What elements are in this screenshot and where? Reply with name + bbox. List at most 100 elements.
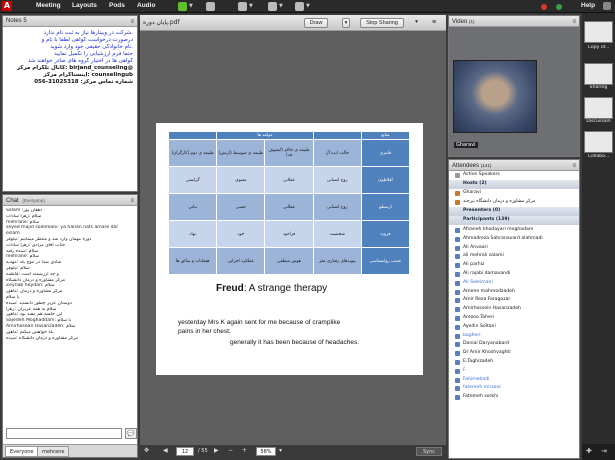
participant-icon [455, 377, 460, 383]
send-message-icon[interactable]: 💬 [125, 428, 137, 439]
chevron-down-icon[interactable]: ▼ [189, 3, 193, 9]
note-line: .شرکت در وبینارها نیاز به ثبت نام ندارد [43, 30, 133, 36]
participants-section[interactable]: Participants (139) [449, 216, 579, 225]
layout-label[interactable]: Discussion [583, 119, 614, 124]
participant-row[interactable]: Fahimehadi [449, 376, 579, 385]
adobe-connect-logo-icon: A [2, 1, 12, 11]
fullscreen-icon[interactable] [603, 2, 611, 10]
chat-scope: (Everyone) [22, 198, 45, 203]
chevron-down-icon[interactable]: ▼ [279, 3, 283, 9]
host-row[interactable]: Gharavi [449, 189, 579, 198]
table-cell: طبیعه ی دوم (کارگران) [167, 139, 218, 167]
table-header-cell [167, 131, 218, 140]
menu-help[interactable]: Help [581, 2, 595, 9]
microphone-icon[interactable] [178, 2, 187, 11]
chat-message-input[interactable] [6, 428, 122, 439]
participant-row[interactable]: bagheri [449, 332, 579, 341]
participant-row[interactable]: Dr Amir Khoshvaghti [449, 349, 579, 358]
layout-label[interactable]: Copy of... [583, 45, 614, 50]
layout-thumbnail[interactable] [584, 131, 613, 153]
chat-tab-private[interactable]: mehrane [37, 446, 70, 457]
table-header-cell: مولفه ها [216, 131, 314, 140]
participant-row[interactable]: Ahmadreza Sahranavard alahmadi [449, 235, 579, 244]
participant-row[interactable]: Ali parhiz [449, 261, 579, 270]
layout-thumbnail[interactable] [584, 63, 613, 85]
participant-row[interactable]: Amirhossein Hasanzadeh [449, 305, 579, 314]
top-menu-bar: A Meeting Layouts Pods Audio ▼ ▼ ▼ ▼ Hel… [0, 0, 615, 13]
comparison-table: منابع مولفه ها فانتزی حالت ایده آل طبیعه… [167, 131, 411, 275]
chat-messages: Salam :دهقان پور سلام :زهرا سادات mehrane:… [3, 206, 137, 425]
participant-row[interactable]: Ali Anvaari [449, 244, 579, 253]
participant-name: Fatemeh sorkhi [463, 394, 499, 400]
participant-row[interactable]: Ali rajabi damavandi [449, 270, 579, 279]
stop-sharing-button[interactable]: Stop Sharing [360, 18, 404, 28]
chevron-down-icon[interactable]: ▼ [306, 3, 310, 9]
participant-name: bagheri [463, 332, 481, 338]
menu-audio[interactable]: Audio [137, 2, 155, 9]
menu-layouts[interactable]: Layouts [72, 2, 97, 9]
table-header-cell: منابع [360, 131, 411, 140]
zoom-in-icon[interactable]: + [242, 447, 247, 454]
participant-name: Dr Amir Khoshvaghti [463, 350, 511, 356]
expand-icon[interactable]: ✥ [144, 447, 149, 454]
layout-label[interactable]: Collabo... [583, 154, 614, 159]
participant-icon [455, 298, 460, 304]
note-line: درصورت درخواست گواهی لطفا با نام و [41, 37, 133, 43]
host-row[interactable]: مرکز مشاوره و درمان دانشگاه بیرجند [449, 198, 579, 207]
chevron-down-icon[interactable]: ▾ [342, 18, 350, 28]
participant-row[interactable]: Danial Daryanabard [449, 340, 579, 349]
collapse-icon[interactable]: ⇥ [601, 447, 607, 455]
participant-icon [455, 307, 460, 313]
note-line: شماره تماس مرکز: 31025318-056 [34, 79, 133, 85]
participant-row[interactable]: F [449, 367, 579, 376]
table-cell: گرایشی [167, 166, 218, 194]
menu-meeting[interactable]: Meeting [36, 2, 61, 9]
sync-button[interactable]: Sync [416, 447, 442, 456]
table-cell: فروید [360, 220, 411, 248]
share-screen-icon[interactable] [295, 2, 304, 11]
page-number-input[interactable]: 12 [176, 447, 194, 456]
table-cell: هوش منطقی [264, 247, 314, 275]
layout-thumbnail[interactable] [584, 97, 613, 119]
webcam-icon[interactable] [238, 2, 247, 11]
chat-tab-everyone[interactable]: Everyone [5, 446, 39, 457]
zoom-level[interactable]: 58% [256, 447, 276, 456]
presenter-webcam-feed[interactable] [453, 60, 537, 133]
video-pod: Video (1) ≡ Gharavi [448, 15, 580, 157]
layout-label[interactable]: Sharing [583, 85, 614, 90]
zoom-out-icon[interactable]: − [228, 447, 233, 454]
attendee-list: Active Speakers Hosts (2) Gharavi مرکز م… [449, 171, 579, 458]
speaker-icon[interactable] [206, 2, 215, 11]
hosts-section[interactable]: Hosts (2) [449, 180, 579, 189]
chevron-down-icon[interactable]: ▾ [412, 18, 421, 28]
participant-row[interactable]: Afsaneh khodayari moghadam [449, 226, 579, 235]
participant-row[interactable]: Amene mahmodzadeh [449, 288, 579, 297]
presenters-section[interactable]: Presenters (0) [449, 207, 579, 216]
connection-status-icon [556, 4, 562, 10]
participant-row[interactable]: Ali Soleimani [449, 279, 579, 288]
participant-row[interactable]: E.Taghizadeh [449, 358, 579, 367]
chevron-down-icon[interactable]: ▾ [279, 447, 282, 454]
participant-icon [455, 316, 460, 321]
participant-row[interactable]: Fatemeh sorkhi [449, 393, 579, 402]
tools-icon[interactable]: ✚ [586, 447, 592, 455]
participant-row[interactable]: ali mehrali salami [449, 252, 579, 261]
participant-row[interactable]: Ayedin Soltani [449, 323, 579, 332]
slide-title: Freud: A strange therapy [216, 283, 327, 294]
next-page-icon[interactable]: ▶ [214, 447, 219, 454]
raise-hand-icon[interactable] [268, 2, 277, 11]
notes-title: Notes 5 [6, 18, 27, 24]
participant-row[interactable]: Arezoo Taheri [449, 314, 579, 323]
table-cell: طبیعه ی متوسط (ارتش) [216, 139, 266, 167]
layout-thumbnail[interactable] [584, 21, 613, 43]
menu-pods[interactable]: Pods [109, 2, 125, 9]
participant-row[interactable]: fatemeh mirzaei [449, 384, 579, 393]
chevron-down-icon[interactable]: ▼ [249, 3, 253, 9]
previous-page-icon[interactable]: ◀ [163, 447, 168, 454]
draw-button[interactable]: Draw [304, 18, 328, 28]
pod-menu-icon[interactable]: ≡ [428, 18, 440, 28]
participant-row[interactable]: Amir Reza Faragozar [449, 296, 579, 305]
table-cell: عصب روانشناسی [360, 247, 411, 275]
participant-icon [455, 342, 460, 348]
video-title: Video [452, 19, 468, 25]
